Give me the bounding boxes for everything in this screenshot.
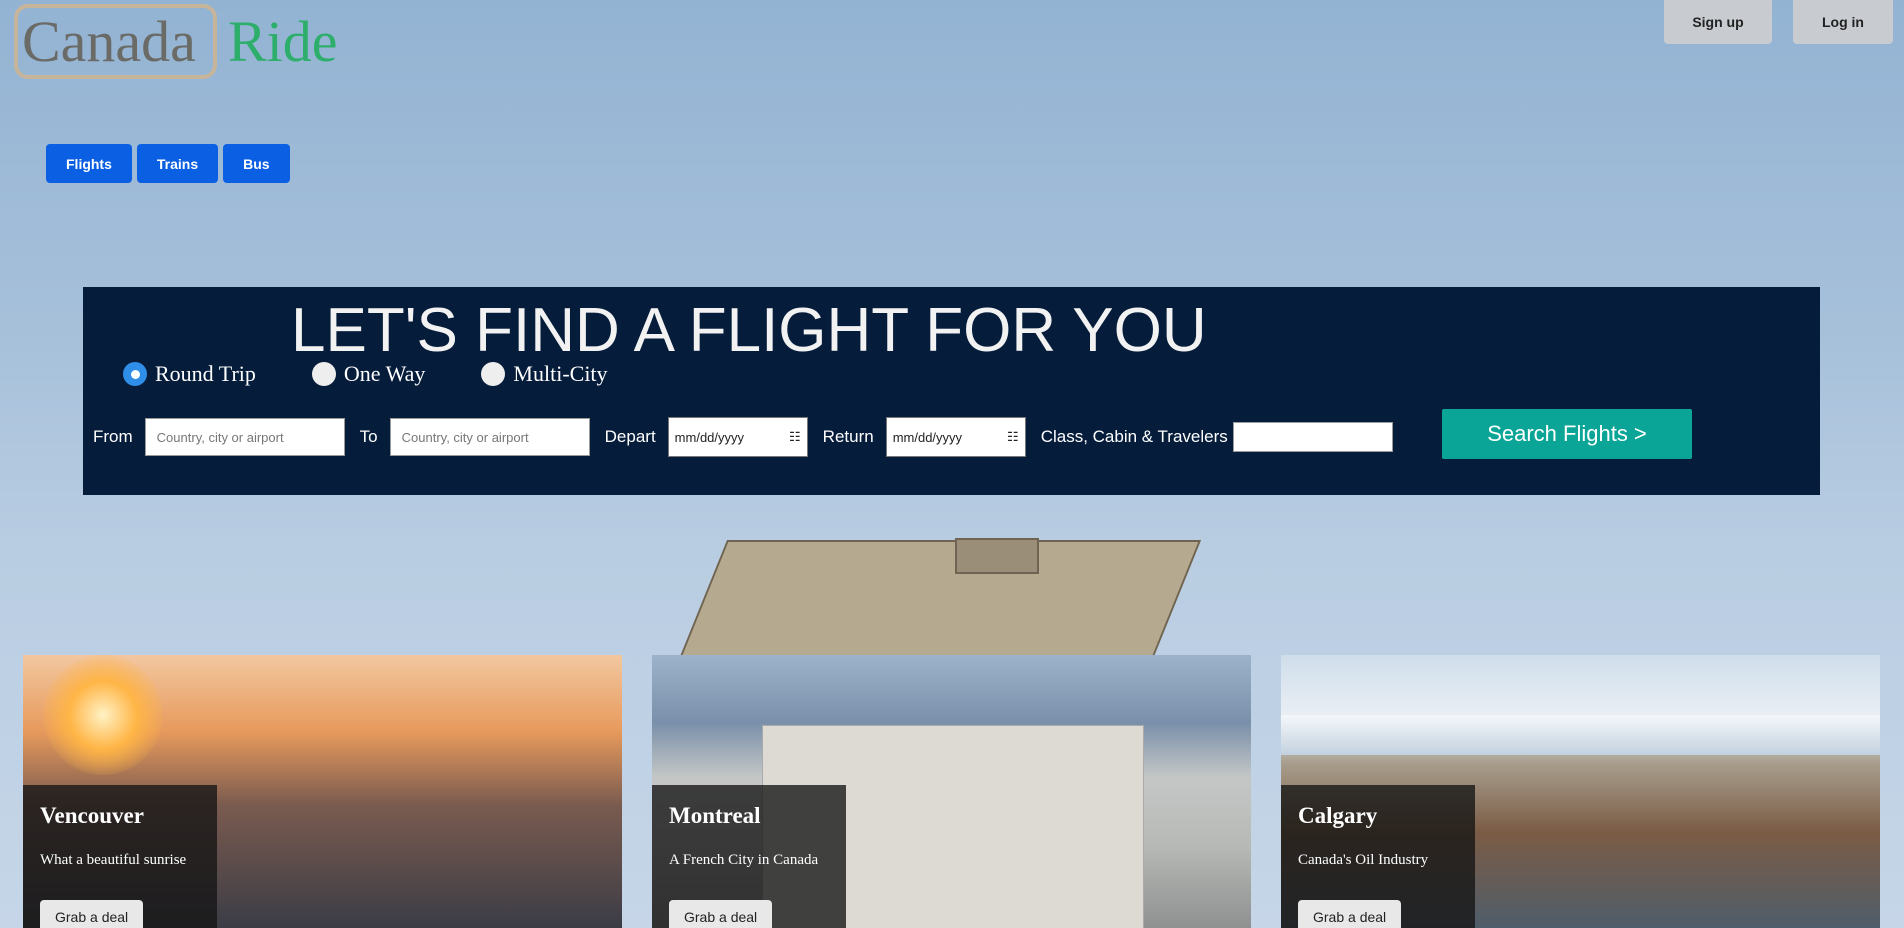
calendar-icon[interactable]: ☷ (789, 429, 801, 445)
tab-trains[interactable]: Trains (136, 144, 219, 183)
logo-word-canada: Canada (22, 9, 196, 74)
depart-date-input[interactable]: mm/dd/yyyy ☷ (667, 417, 808, 457)
depart-label: Depart (604, 427, 656, 446)
logo-word-ride: Ride (228, 9, 338, 74)
search-fields-row: From Country, city or airport To Country… (93, 417, 1393, 457)
grab-deal-button[interactable]: Grab a deal (1298, 900, 1402, 928)
site-logo[interactable]: Canada Ride (14, 4, 354, 84)
tab-flights[interactable]: Flights (46, 144, 132, 183)
calendar-icon[interactable]: ☷ (1007, 429, 1019, 445)
trip-option-label: Multi-City (513, 361, 608, 386)
return-label: Return (822, 427, 874, 446)
card-overlay: Calgary Canada's Oil Industry Grab a dea… (1281, 785, 1475, 928)
card-subtitle: What a beautiful sunrise (40, 852, 187, 868)
card-image-sunrise (43, 655, 163, 775)
return-date-value: mm/dd/yyyy (892, 429, 963, 445)
flight-search-panel: LET'S FIND A FLIGHT FOR YOU Round Trip O… (83, 287, 1820, 495)
class-travelers-label: Class, Cabin & Travelers (1040, 427, 1228, 446)
card-subtitle: Canada's Oil Industry (1298, 852, 1429, 868)
search-title: LET'S FIND A FLIGHT FOR YOU (291, 296, 1207, 365)
search-flights-button[interactable]: Search Flights > (1442, 409, 1692, 459)
card-title: Montreal (669, 803, 761, 828)
radio-round-trip[interactable] (123, 362, 147, 386)
card-overlay: Vencouver What a beautiful sunrise Grab … (23, 785, 217, 928)
background-sign (672, 540, 1202, 674)
grab-deal-button[interactable]: Grab a deal (669, 900, 773, 928)
from-input[interactable]: Country, city or airport (144, 418, 345, 456)
radio-multi-city[interactable] (481, 362, 506, 386)
destination-card-vancouver: Vencouver What a beautiful sunrise Grab … (23, 655, 622, 928)
trip-option-label: Round Trip (155, 361, 256, 386)
login-button[interactable]: Log in (1793, 0, 1893, 44)
radio-one-way[interactable] (311, 362, 336, 386)
trip-option-one-way[interactable]: One Way (311, 361, 426, 387)
background-sign-post (955, 538, 1039, 574)
trip-option-round-trip[interactable]: Round Trip (123, 361, 256, 387)
from-label: From (93, 427, 133, 446)
trip-option-multi-city[interactable]: Multi-City (481, 361, 608, 387)
tab-bus[interactable]: Bus (223, 144, 290, 183)
card-overlay: Montreal A French City in Canada Grab a … (652, 785, 846, 928)
trip-option-label: One Way (343, 361, 426, 386)
destination-card-calgary: Calgary Canada's Oil Industry Grab a dea… (1281, 655, 1880, 928)
card-image-mountains (1281, 715, 1880, 755)
trip-type-group: Round Trip One Way Multi-City (123, 361, 664, 387)
return-date-input[interactable]: mm/dd/yyyy ☷ (885, 417, 1026, 457)
grab-deal-button[interactable]: Grab a deal (40, 900, 144, 928)
to-input[interactable]: Country, city or airport (389, 418, 590, 456)
to-label: To (359, 427, 378, 446)
class-travelers-input[interactable] (1232, 422, 1393, 452)
card-subtitle: A French City in Canada (669, 852, 819, 868)
signup-button[interactable]: Sign up (1664, 0, 1772, 44)
transport-mode-tabs: Flights Trains Bus (46, 144, 290, 183)
card-title: Vencouver (40, 803, 144, 828)
destination-card-montreal: Montreal A French City in Canada Grab a … (652, 655, 1251, 928)
depart-date-value: mm/dd/yyyy (674, 429, 745, 445)
card-title: Calgary (1298, 803, 1378, 828)
